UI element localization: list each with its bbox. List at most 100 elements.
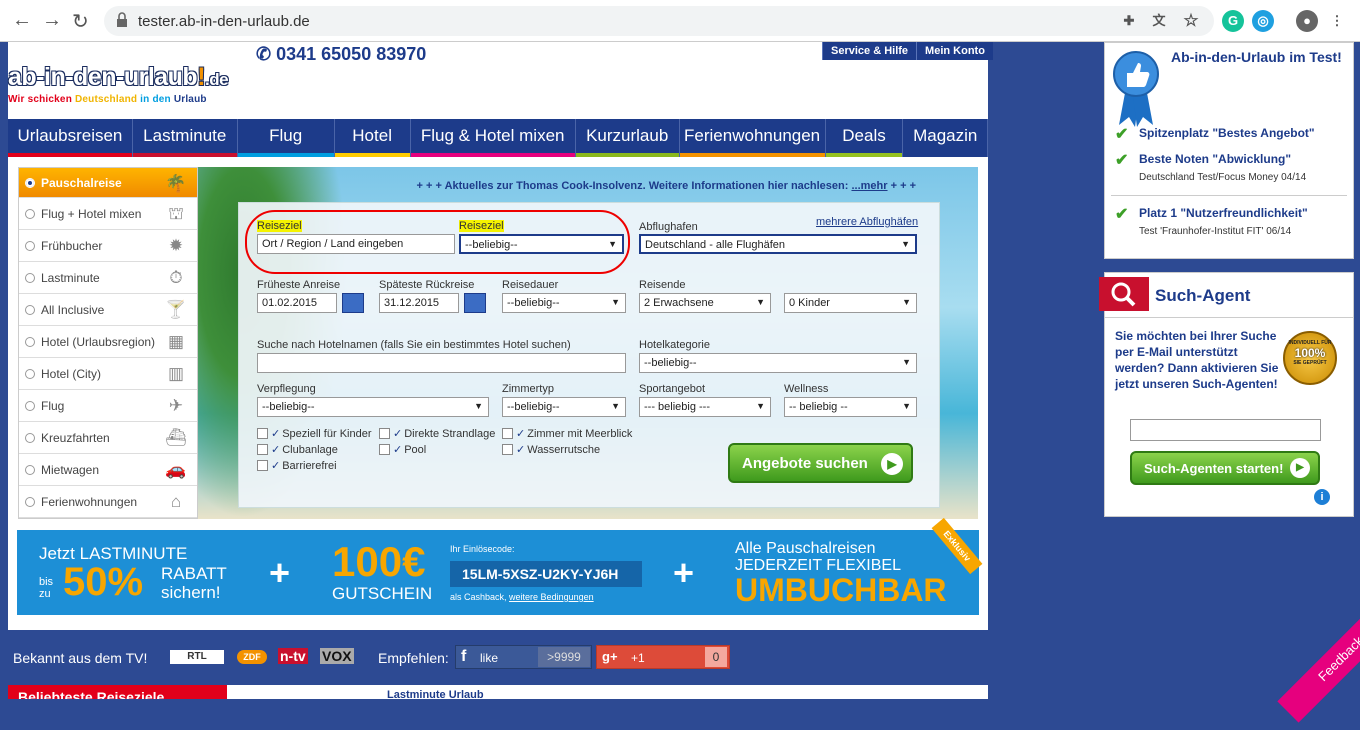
checkbox-barrier-free[interactable]: ✓ Barrierefrei: [257, 459, 337, 472]
promo-banner[interactable]: Jetzt LASTMINUTE bis zu 50% RABATT siche…: [17, 517, 983, 615]
calendar-icon[interactable]: [342, 293, 364, 313]
sidebar-item[interactable]: Lastminute ⏱: [19, 262, 197, 294]
sidebar-item[interactable]: Pauschalreise 🌴: [19, 168, 197, 198]
checkbox-pool[interactable]: ✓ Pool: [379, 443, 426, 456]
checkbox-club[interactable]: ✓ Clubanlage: [257, 443, 338, 456]
sidebar-item[interactable]: Ferienwohnungen ⌂: [19, 486, 197, 518]
radio-button[interactable]: [25, 400, 35, 411]
nav-item[interactable]: Deals: [825, 119, 904, 157]
phone-number: ✆ 0341 65050 83970: [256, 44, 427, 64]
checkbox-beach[interactable]: ✓ Direkte Strandlage: [379, 427, 495, 440]
latest-date-input[interactable]: 31.12.2015: [379, 293, 459, 313]
plus-icon: +: [269, 552, 291, 593]
start-search-agent-button[interactable]: Such-Agenten starten! ▶: [1130, 451, 1320, 485]
browser-toolbar: ← → ↻ tester.ab-in-den-urlaub.de ✚ 文 ☆ G…: [0, 0, 1360, 42]
nav-item[interactable]: Flug: [237, 119, 335, 157]
conditions-link[interactable]: weitere Bedingungen: [509, 592, 594, 602]
test-awards-box: Ab-in-den-Urlaub im Test! ✔ Spitzenplatz…: [1104, 42, 1354, 259]
feedback-label: Feedback: [1277, 610, 1360, 723]
hotel-category-select[interactable]: --beliebig--: [639, 353, 917, 373]
sidebar-item[interactable]: Hotel (Urlaubsregion) ▦: [19, 326, 197, 358]
nav-item[interactable]: Magazin: [903, 119, 988, 157]
checkbox-seaview[interactable]: ✓ Zimmer mit Meerblick: [502, 427, 632, 440]
zdf-logo: ZDF: [237, 650, 267, 664]
back-icon[interactable]: ←: [12, 9, 32, 32]
adults-select[interactable]: 2 Erwachsene: [639, 293, 771, 313]
plane-icon: ✈: [168, 396, 184, 415]
wellness-label: Wellness: [784, 383, 829, 395]
nav-item[interactable]: Flug & Hotel mixen: [410, 119, 576, 157]
voucher-code[interactable]: 15LM-5XSZ-U2KY-YJ6H: [450, 561, 642, 587]
duration-select[interactable]: --beliebig--: [502, 293, 626, 313]
hotel-name-input[interactable]: [257, 353, 626, 373]
nav-color-bar: [679, 153, 825, 157]
divider: [1111, 195, 1347, 196]
board-select[interactable]: --beliebig--: [257, 397, 489, 417]
departure-airport-select[interactable]: Deutschland - alle Flughäfen: [639, 234, 917, 254]
departure-airport-label: Abflughafen: [639, 221, 698, 233]
sidebar-item[interactable]: All Inclusive 🍸: [19, 294, 197, 326]
nav-item[interactable]: Hotel: [334, 119, 411, 157]
award-badge-icon: [1113, 51, 1159, 127]
earliest-date-input[interactable]: 01.02.2015: [257, 293, 337, 313]
address-bar[interactable]: tester.ab-in-den-urlaub.de: [104, 6, 1214, 36]
radio-button[interactable]: [25, 272, 35, 283]
email-input[interactable]: [1130, 419, 1321, 441]
sidebar-item[interactable]: Frühbucher ✹: [19, 230, 197, 262]
sidebar-item[interactable]: Kreuzfahrten ⛴: [19, 422, 197, 454]
forward-icon[interactable]: →: [42, 9, 62, 32]
radio-button[interactable]: [25, 496, 35, 507]
sidebar-item[interactable]: Mietwagen 🚗: [19, 454, 197, 486]
nav-item[interactable]: Kurzurlaub: [575, 119, 680, 157]
nav-item[interactable]: Urlaubsreisen: [8, 119, 133, 157]
sidebar-item[interactable]: Flug + Hotel mixen ⛫: [19, 198, 197, 230]
radio-button[interactable]: [25, 240, 35, 251]
ticker-more-link[interactable]: ...mehr: [851, 180, 887, 192]
radio-button[interactable]: [25, 208, 35, 219]
search-agent-text: Sie möchten bei Ihrer Suche per E-Mail u…: [1115, 329, 1279, 391]
google-plus-button[interactable]: g+ +1 0: [596, 645, 730, 669]
highlight-oval: [245, 210, 630, 274]
reload-icon[interactable]: ↻: [72, 9, 89, 34]
menu-icon[interactable]: ⋮: [1326, 10, 1348, 32]
translate-icon[interactable]: 文: [1148, 10, 1170, 32]
logo[interactable]: ab-in-den-urlaub!.de: [8, 63, 229, 92]
grammarly-icon[interactable]: G: [1222, 10, 1244, 32]
magnifier-icon: [1099, 277, 1149, 311]
main-nav: Urlaubsreisen Lastminute Flug Hotel Flug & H…: [8, 119, 988, 157]
star-icon[interactable]: ☆: [1180, 10, 1202, 32]
checkbox-kids[interactable]: ✓ Speziell für Kinder: [257, 427, 372, 440]
account-button[interactable]: Mein Konto: [916, 42, 993, 60]
nav-item[interactable]: Ferienwohnungen: [679, 119, 826, 157]
facebook-like-button[interactable]: f like >9999: [455, 645, 592, 669]
radio-button[interactable]: [25, 304, 35, 315]
sidebar-item[interactable]: Hotel (City) ▥: [19, 358, 197, 390]
checkbox-waterslide[interactable]: ✓ Wasserrutsche: [502, 443, 600, 456]
extension-icon[interactable]: ✚: [1118, 10, 1140, 32]
wellness-select[interactable]: -- beliebig --: [784, 397, 917, 417]
radio-button[interactable]: [25, 336, 35, 347]
multiple-airports-link[interactable]: mehrere Abflughäfen: [816, 216, 918, 228]
room-type-select[interactable]: --beliebig--: [502, 397, 626, 417]
footer-strip: Bekannt aus dem TV! RTL ZDF n-tv VOX Emp…: [0, 630, 1000, 699]
profile-icon[interactable]: ●: [1296, 10, 1318, 32]
promo-right-line3: UMBUCHBAR: [735, 572, 947, 608]
calendar-icon[interactable]: [464, 293, 486, 313]
search-offers-button[interactable]: Angebote suchen ▶: [728, 443, 913, 483]
extension-icon[interactable]: ◎: [1252, 10, 1274, 32]
sidebar-item-label: Ferienwohnungen: [41, 494, 138, 509]
sport-select[interactable]: --- beliebig ---: [639, 397, 771, 417]
radio-button[interactable]: [25, 368, 35, 379]
sun-icon: ✹: [168, 236, 184, 255]
nav-item[interactable]: Lastminute: [132, 119, 238, 157]
feedback-ribbon[interactable]: Feedback: [1256, 610, 1360, 730]
info-icon[interactable]: i: [1314, 489, 1330, 505]
sidebar-item[interactable]: Flug ✈: [19, 390, 197, 422]
radio-button[interactable]: [25, 464, 35, 475]
sidebar-item-label: Lastminute: [41, 270, 100, 285]
radio-button[interactable]: [25, 432, 35, 443]
voucher-label: GUTSCHEIN: [332, 584, 433, 603]
radio-button[interactable]: [25, 177, 35, 188]
children-select[interactable]: 0 Kinder: [784, 293, 917, 313]
service-button[interactable]: Service & Hilfe: [822, 42, 916, 60]
